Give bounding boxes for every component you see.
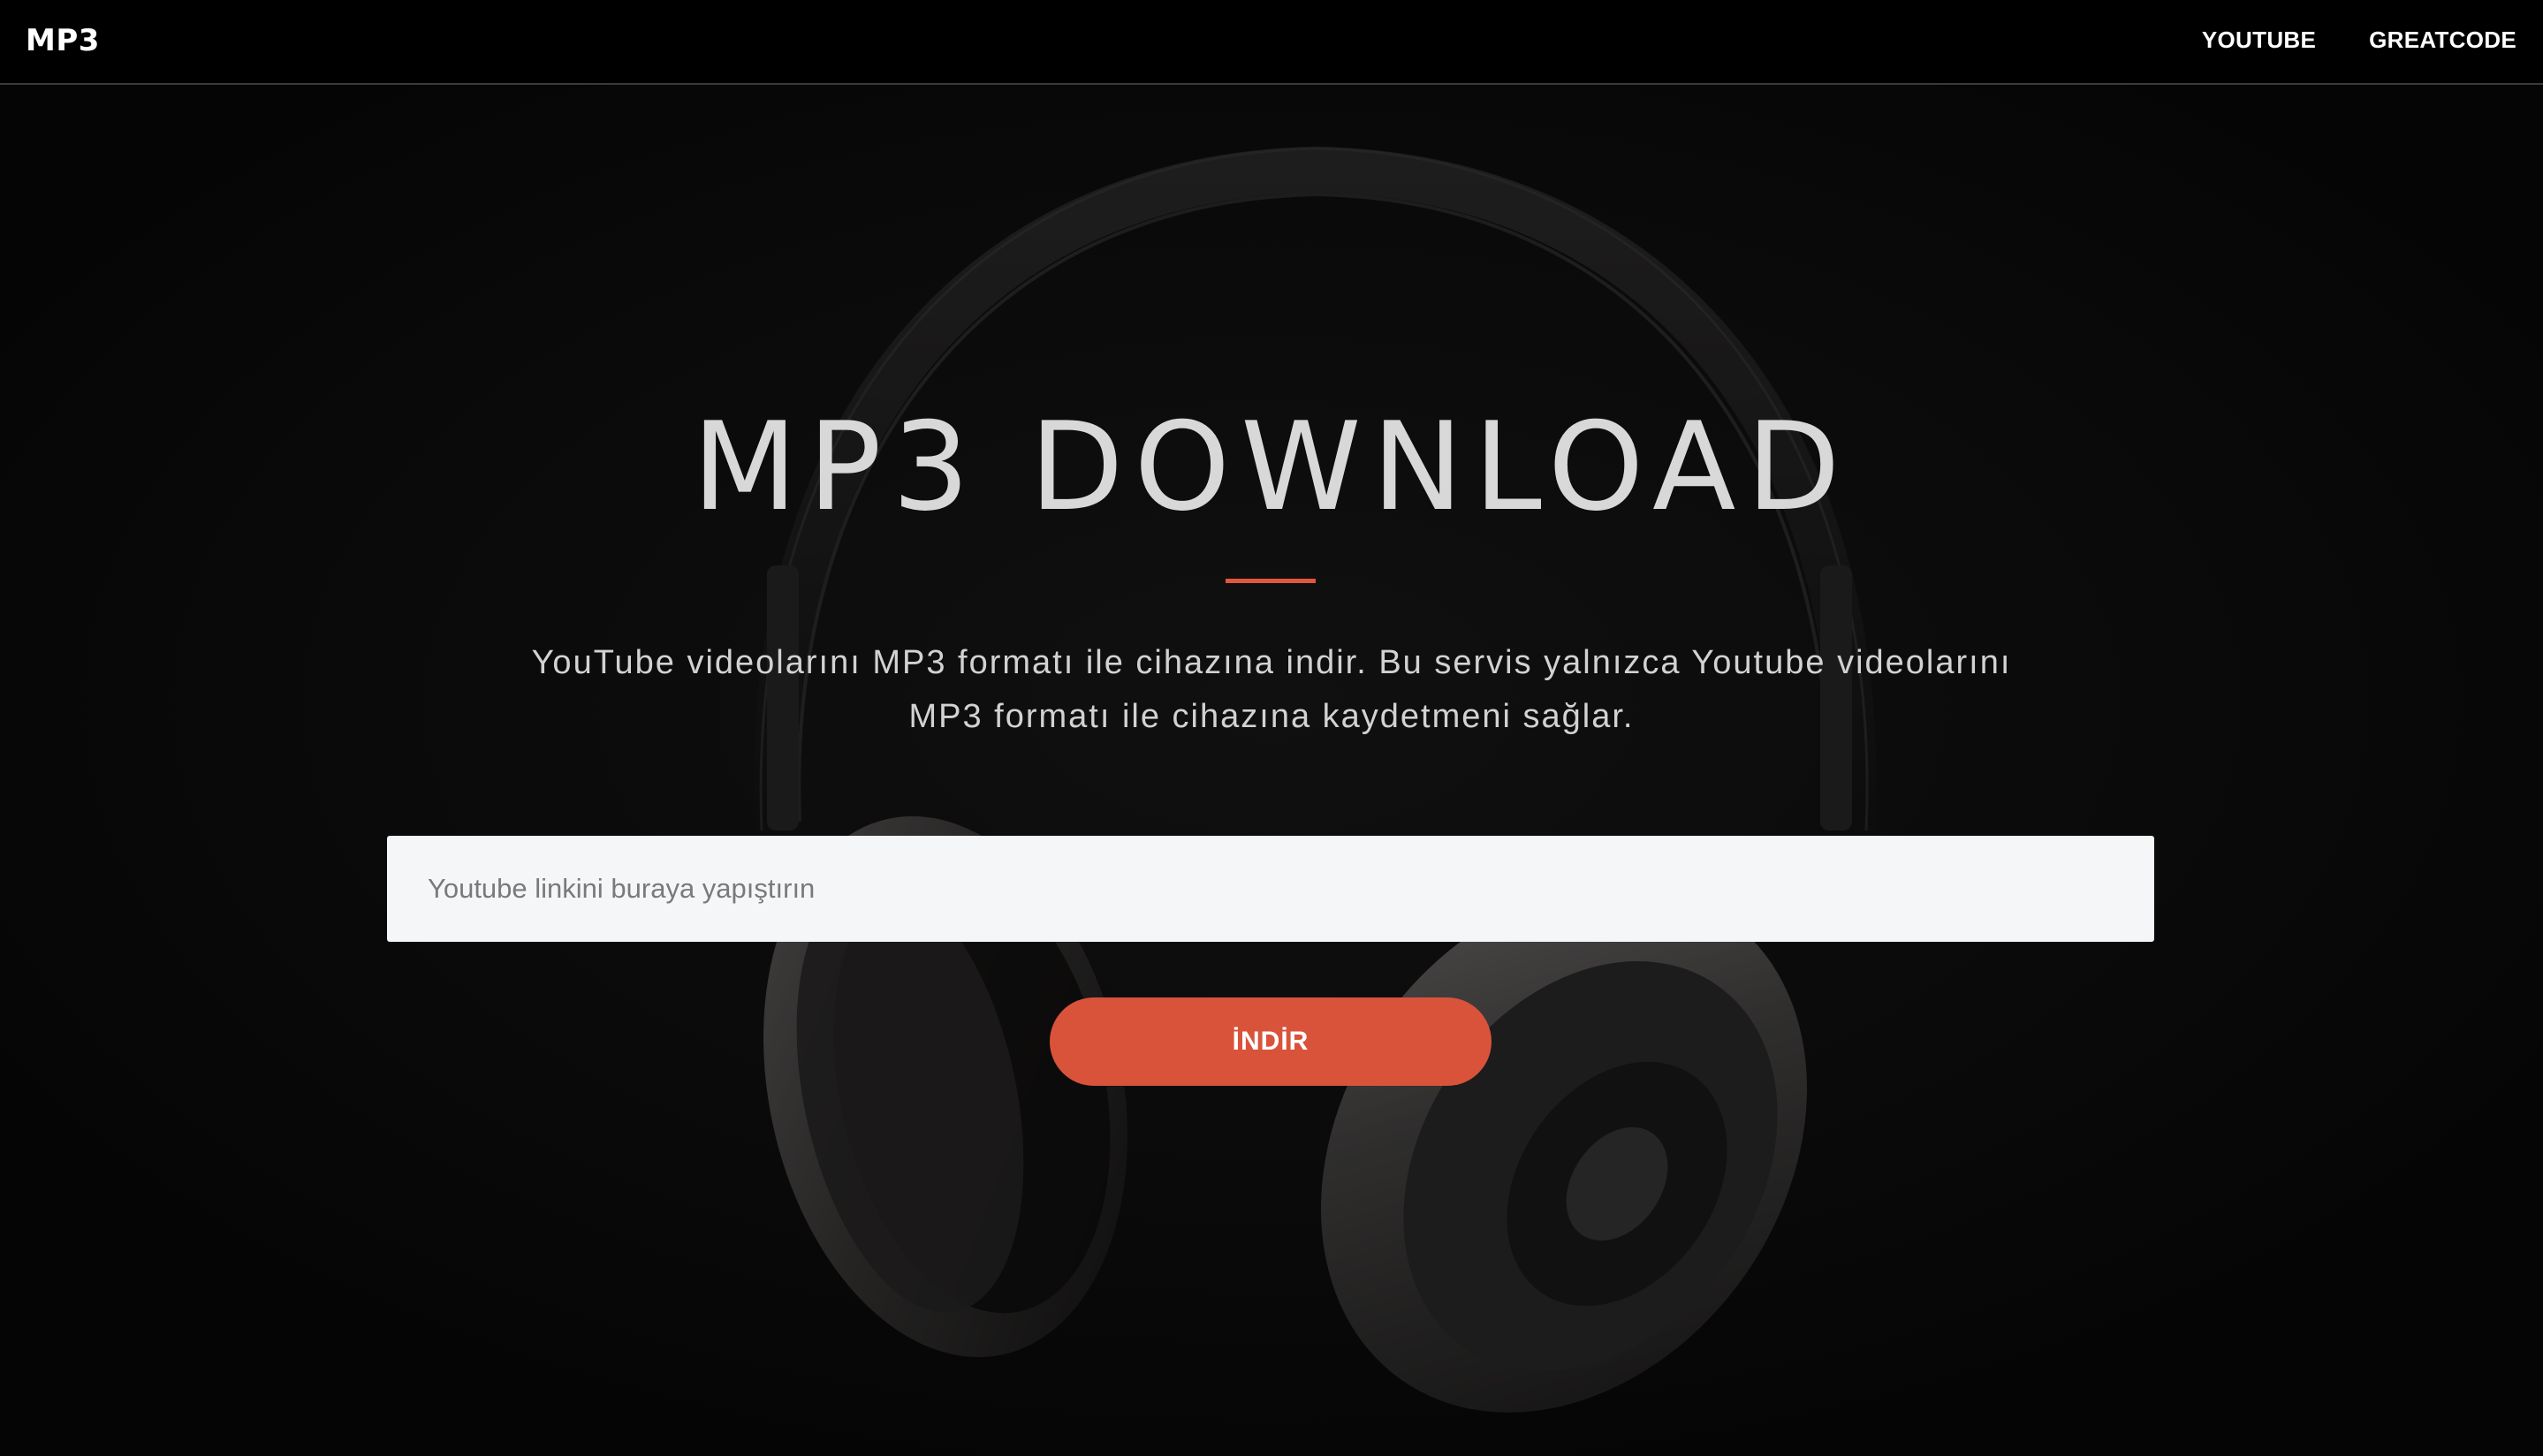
nav-links: YOUTUBE GREATCODE [2202, 27, 2516, 54]
download-button[interactable]: İNDİR [1050, 997, 1492, 1086]
headphones-image [0, 85, 2543, 1456]
nav-link-youtube[interactable]: YOUTUBE [2202, 27, 2316, 54]
hero-description: YouTube videolarını MP3 formatı ile ciha… [531, 644, 2012, 735]
nav-link-greatcode[interactable]: GREATCODE [2369, 27, 2516, 54]
brand-logo-link[interactable]: MP3 [26, 23, 100, 58]
page-title: MP3 DOWNLOAD [692, 396, 1851, 538]
title-divider [1226, 579, 1316, 583]
page: MP3 YOUTUBE GREATCODE MP3 DOWNLOAD YouTu… [0, 0, 2543, 1456]
top-navbar: MP3 YOUTUBE GREATCODE [0, 0, 2543, 85]
youtube-url-input[interactable] [387, 836, 2154, 942]
